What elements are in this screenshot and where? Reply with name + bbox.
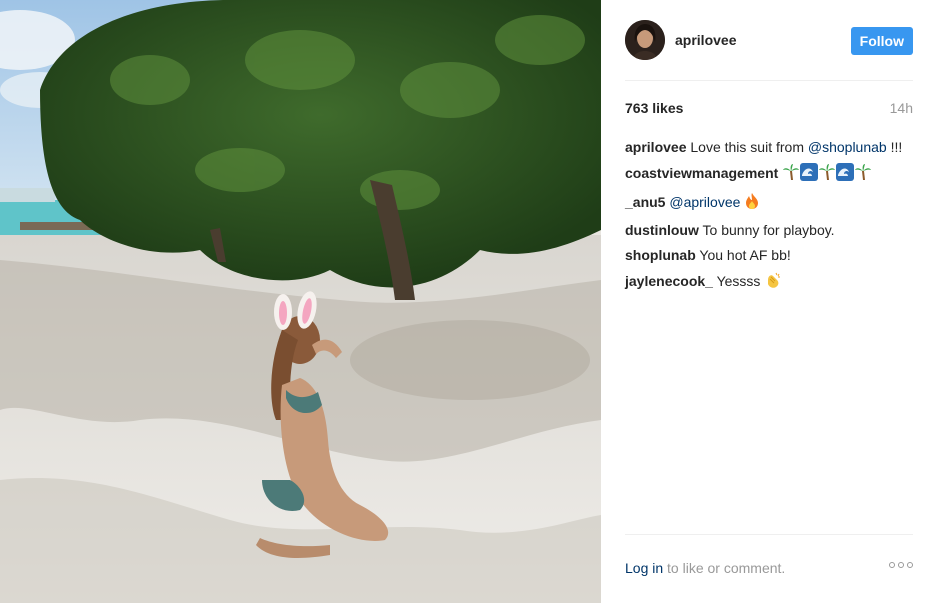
comment-username[interactable]: jaylenecook_ <box>625 273 713 289</box>
more-dot-icon <box>907 562 913 568</box>
comments-list: aprilovee Love this suit from @shoplunab… <box>625 138 913 300</box>
comment-text-suffix: !!! <box>886 139 903 155</box>
login-prompt-text: to like or comment. <box>663 560 786 576</box>
post-photo[interactable] <box>0 0 601 603</box>
avatar-image <box>625 20 665 60</box>
comment-item: dustinlouw To bunny for playboy. <box>625 221 913 239</box>
fire-icon <box>744 192 760 214</box>
header-username-link[interactable]: aprilovee <box>675 32 736 48</box>
wave-icon <box>836 163 855 185</box>
comment-username[interactable]: coastviewmanagement <box>625 165 778 181</box>
comment-item: jaylenecook_ Yessss <box>625 271 913 293</box>
post-timestamp[interactable]: 14h <box>890 100 913 116</box>
comment-item: shoplunab You hot AF bb! <box>625 246 913 264</box>
instagram-post: aprilovee Follow 763 likes 14h aprilovee… <box>0 0 937 603</box>
comment-username[interactable]: shoplunab <box>625 247 696 263</box>
more-dot-icon <box>898 562 904 568</box>
comment-text: You hot AF bb! <box>699 247 791 263</box>
comment-item: _anu5 @aprilovee <box>625 192 913 214</box>
mention-link[interactable]: @shoplunab <box>808 139 887 155</box>
palm-tree-icon <box>818 163 836 185</box>
comment-text: Love this suit from <box>690 139 804 155</box>
likes-count[interactable]: 763 likes <box>625 100 683 116</box>
palm-tree-icon <box>854 163 872 185</box>
avatar[interactable] <box>625 20 665 60</box>
more-dot-icon <box>889 562 895 568</box>
comment-username[interactable]: _anu5 <box>625 194 665 210</box>
login-link[interactable]: Log in <box>625 560 663 576</box>
post-header: aprilovee Follow <box>625 0 913 81</box>
comment-text: To bunny for playboy. <box>702 222 835 238</box>
mention-link[interactable]: @aprilovee <box>669 194 740 210</box>
comment-item: coastviewmanagement <box>625 163 913 185</box>
post-footer: Log in to like or comment. <box>625 534 913 603</box>
follow-button[interactable]: Follow <box>850 27 913 55</box>
post-meta: 763 likes 14h <box>625 98 913 118</box>
comment-username[interactable]: dustinlouw <box>625 222 699 238</box>
wave-icon <box>800 163 819 185</box>
comment-username[interactable]: aprilovee <box>625 139 686 155</box>
comment-item: aprilovee Love this suit from @shoplunab… <box>625 138 913 156</box>
login-prompt: Log in to like or comment. <box>625 560 785 576</box>
beach-photo-illustration <box>0 0 601 603</box>
clapping-hands-icon <box>764 271 782 293</box>
post-side-panel: aprilovee Follow 763 likes 14h aprilovee… <box>601 0 937 603</box>
more-options-button[interactable] <box>889 562 913 568</box>
comment-text: Yessss <box>716 273 761 289</box>
palm-tree-icon <box>782 163 800 185</box>
